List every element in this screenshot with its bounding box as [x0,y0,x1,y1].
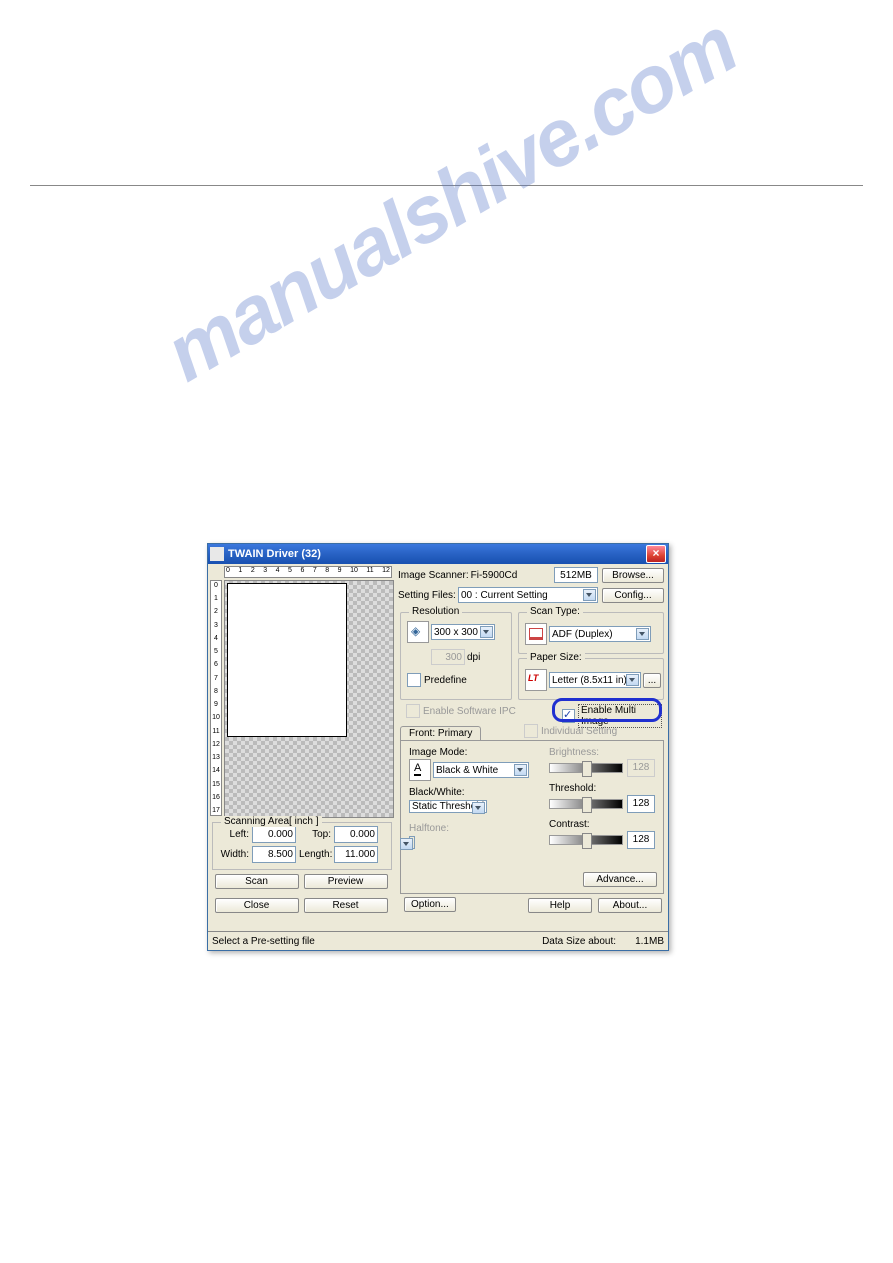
image-scanner-value: Fi-5900Cd [471,570,552,581]
scanning-area-group: Scanning Area[ inch ] Left: 0.000 Top: 0… [212,822,392,870]
brightness-slider [549,763,623,773]
halftone-combo [409,836,415,849]
image-mode-icon [409,759,431,781]
contrast-slider[interactable] [549,835,623,845]
paper-size-group: Paper Size: Letter (8.5x11 in) ... [518,658,664,700]
width-label: Width: [217,849,249,860]
black-white-combo[interactable]: Static Threshold [409,800,487,813]
close-button[interactable]: Close [215,898,299,913]
ruler-vertical: 01234567891011121314151617 [210,580,222,816]
image-mode-combo[interactable]: Black & White [433,762,529,778]
twain-driver-window: TWAIN Driver (32) × 0123456789101112 012… [207,543,669,951]
scan-type-label: Scan Type: [527,606,583,617]
individual-setting-row: Individual Setting [524,724,619,738]
threshold-slider[interactable] [549,799,623,809]
data-size-label: Data Size about: [542,936,616,947]
setting-files-row: Setting Files: 00 : Current Setting Conf… [398,586,664,604]
enable-software-ipc-label: Enable Software IPC [423,706,516,717]
brightness-label: Brightness: [549,747,599,758]
length-label: Length: [299,849,331,860]
resolution-custom-input: 300 [431,649,465,665]
app-icon [210,547,224,561]
advance-button[interactable]: Advance... [583,872,657,887]
contrast-value[interactable]: 128 [627,831,655,849]
left-label: Left: [217,829,249,840]
option-button[interactable]: Option... [404,897,456,912]
reset-button[interactable]: Reset [304,898,388,913]
paper-size-label: Paper Size: [527,652,585,663]
length-input[interactable]: 11.000 [334,846,378,863]
preview-canvas[interactable] [224,580,394,818]
width-input[interactable]: 8.500 [252,846,296,863]
data-size-value: 1.1MB [616,936,664,947]
resolution-icon [407,621,429,643]
preview-button[interactable]: Preview [304,874,388,889]
predefine-checkbox[interactable] [407,673,421,687]
image-scanner-label: Image Scanner: [398,570,469,581]
tab-front-primary[interactable]: Front: Primary [400,726,481,740]
preview-page [227,583,347,737]
tab-strip: Front: Primary [400,722,483,740]
enable-software-ipc-row: Enable Software IPC [406,704,518,718]
titlebar[interactable]: TWAIN Driver (32) × [208,544,668,564]
help-button[interactable]: Help [528,898,592,913]
top-label: Top: [299,829,331,840]
resolution-combo[interactable]: 300 x 300 [431,624,495,640]
memory-value: 512MB [554,567,598,583]
black-white-label: Black/White: [409,787,465,798]
scanning-area-label: Scanning Area[ inch ] [221,816,322,827]
left-input[interactable]: 0.000 [252,826,296,843]
predefine-label: Predefine [424,675,467,686]
top-input[interactable]: 0.000 [334,826,378,843]
page-divider [30,185,863,186]
resolution-group: Resolution 300 x 300 300 dpi Predefine [400,612,512,700]
about-button[interactable]: About... [598,898,662,913]
individual-setting-checkbox [524,724,538,738]
threshold-label: Threshold: [549,783,596,794]
window-title: TWAIN Driver (32) [228,548,646,560]
scan-button[interactable]: Scan [215,874,299,889]
halftone-label: Halftone: [409,823,449,834]
image-mode-label: Image Mode: [409,747,467,758]
image-settings-panel: Image Mode: Black & White Black/White: S… [400,740,664,894]
paper-size-icon [525,669,547,691]
setting-files-label: Setting Files: [398,590,456,601]
paper-size-more-button[interactable]: ... [643,673,661,688]
enable-multi-image-checkbox[interactable] [562,709,575,723]
contrast-label: Contrast: [549,819,590,830]
brightness-value: 128 [627,759,655,777]
resolution-label: Resolution [409,606,462,617]
adf-icon [525,623,547,645]
statusbar-message: Select a Pre-setting file [212,936,542,947]
close-icon[interactable]: × [646,545,666,563]
paper-size-combo[interactable]: Letter (8.5x11 in) [549,672,641,688]
statusbar: Select a Pre-setting file Data Size abou… [208,931,668,950]
dpi-label: dpi [467,652,480,663]
scanner-info-row: Image Scanner: Fi-5900Cd 512MB Browse... [398,566,664,584]
scan-type-combo[interactable]: ADF (Duplex) [549,626,651,642]
config-button[interactable]: Config... [602,588,664,603]
browse-button[interactable]: Browse... [602,568,664,583]
watermark-text: manualshive.com [150,0,751,400]
individual-setting-label: Individual Setting [541,726,617,737]
scan-type-group: Scan Type: ADF (Duplex) [518,612,664,654]
enable-software-ipc-checkbox [406,704,420,718]
setting-files-combo[interactable]: 00 : Current Setting [458,587,598,603]
threshold-value[interactable]: 128 [627,795,655,813]
ruler-horizontal: 0123456789101112 [224,566,392,578]
